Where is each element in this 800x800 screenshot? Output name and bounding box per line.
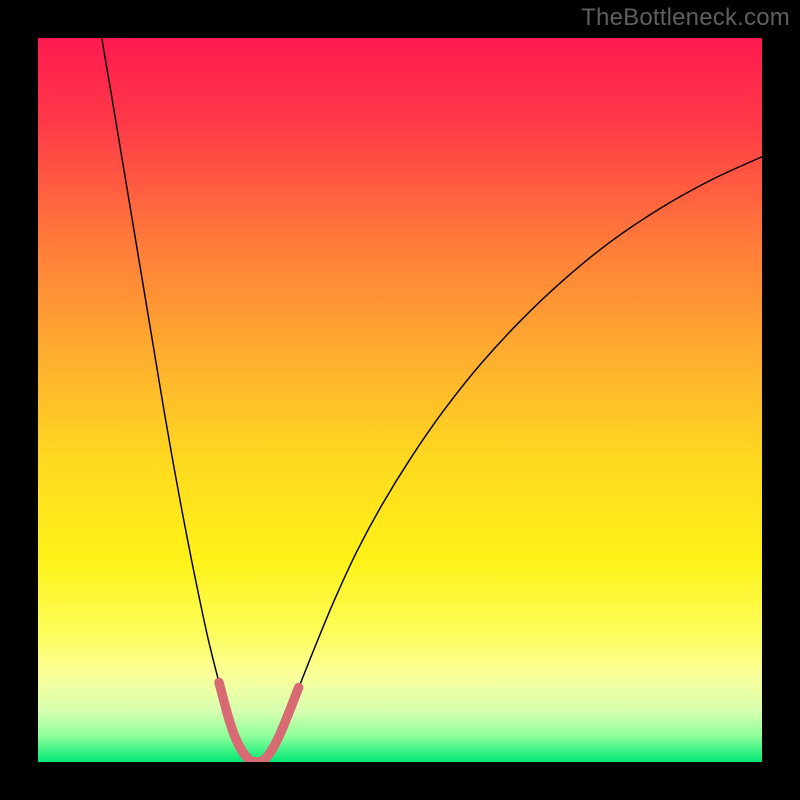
chart-frame: TheBottleneck.com bbox=[0, 0, 800, 800]
watermark-text: TheBottleneck.com bbox=[581, 4, 790, 32]
chart-svg bbox=[38, 38, 762, 762]
plot-area bbox=[38, 38, 762, 762]
gradient-background bbox=[38, 38, 762, 762]
